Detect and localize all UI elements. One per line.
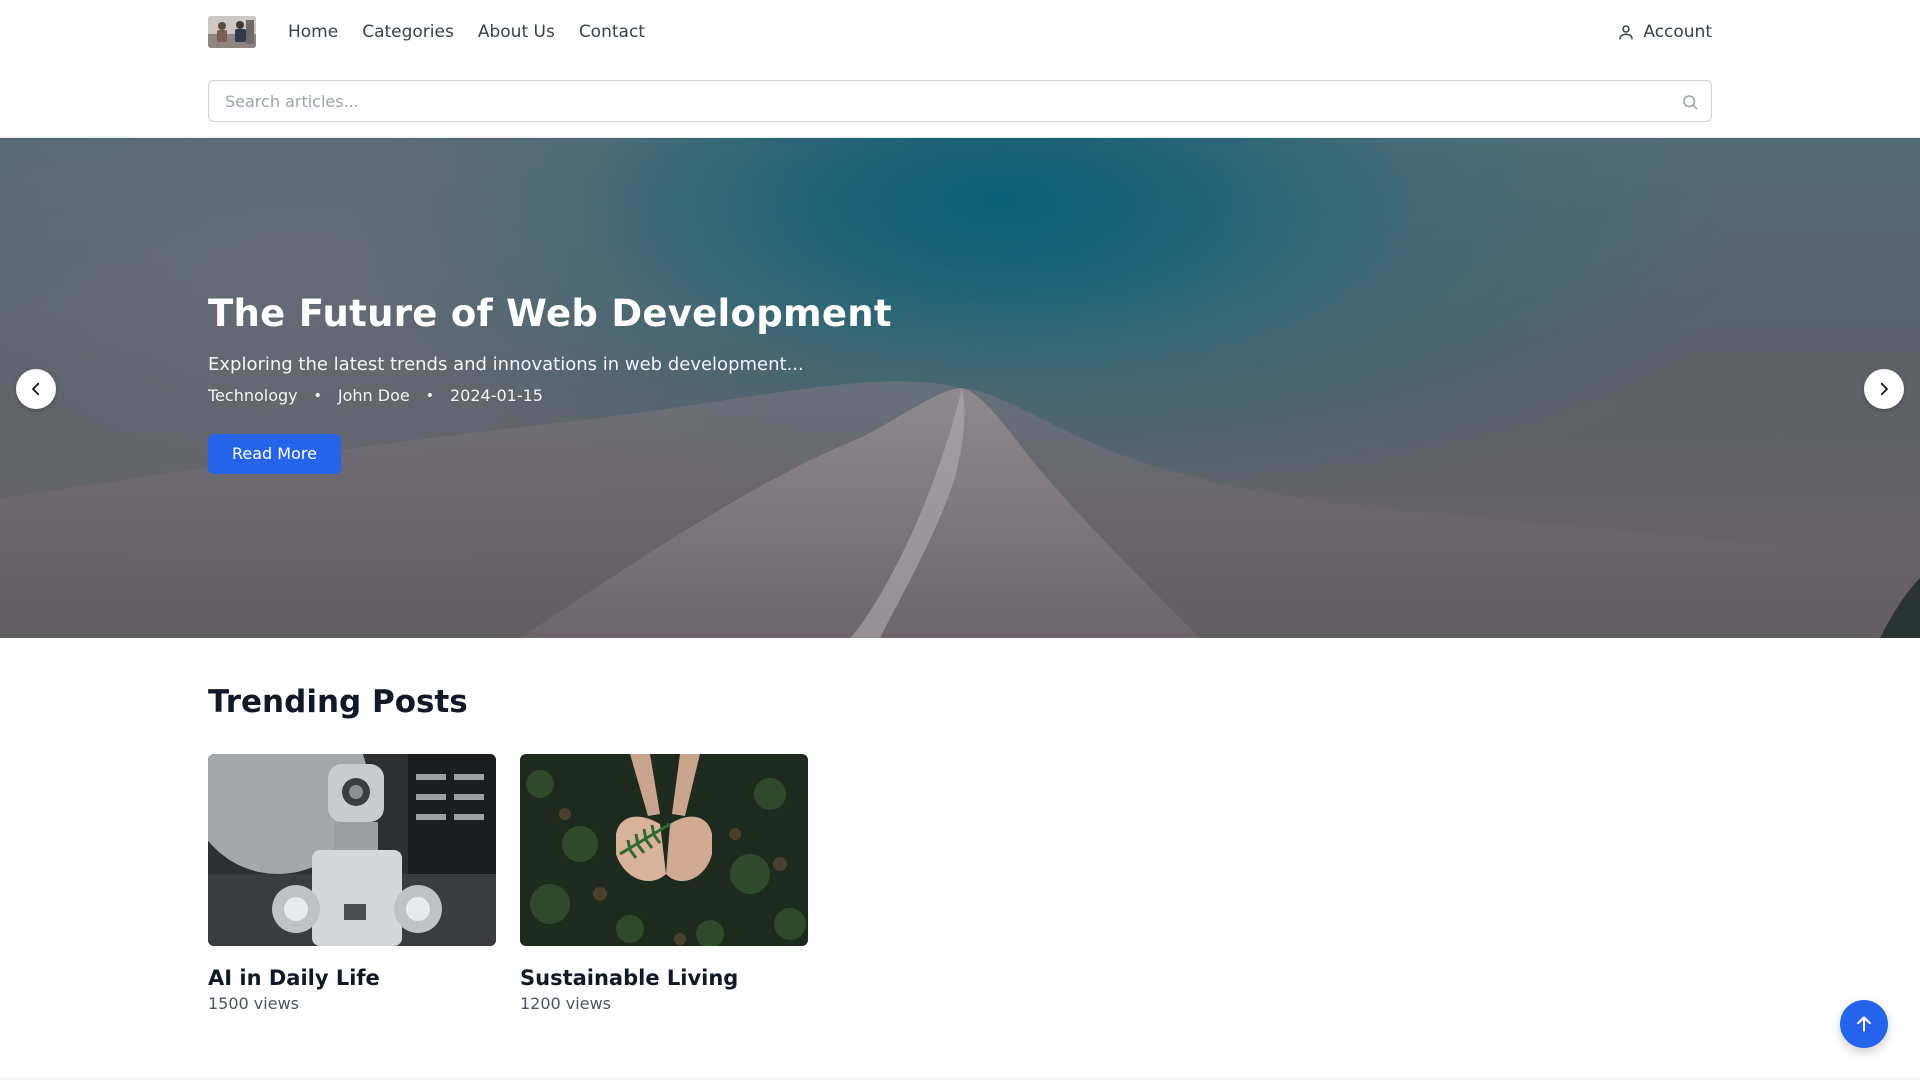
- nav-link-contact[interactable]: Contact: [579, 22, 645, 42]
- robot-image: [208, 754, 496, 946]
- nav-link-about-us[interactable]: About Us: [478, 22, 555, 42]
- trending-posts-list: AI in Daily Life 1500 views Sustainable …: [208, 754, 808, 1016]
- search-icon[interactable]: [1681, 93, 1699, 111]
- search-input[interactable]: [209, 81, 1711, 121]
- nav-link-home[interactable]: Home: [288, 22, 338, 42]
- hero-title: The Future of Web Development: [208, 292, 892, 335]
- hero-content: The Future of Web Development Exploring …: [208, 290, 1408, 474]
- logo-image: [208, 16, 256, 48]
- account-link[interactable]: Account: [1617, 14, 1712, 50]
- site-header: Home Categories About Us Contact Account: [0, 0, 1920, 138]
- logo[interactable]: [208, 16, 256, 48]
- post-title[interactable]: Sustainable Living: [520, 964, 808, 992]
- scroll-to-top-button[interactable]: [1840, 1000, 1888, 1048]
- trending-section: Trending Posts AI in Daily Life 1500 vie…: [208, 680, 1712, 1013]
- post-views: 1500 views: [208, 994, 299, 1013]
- hands-fern-image: [520, 754, 808, 946]
- read-more-button[interactable]: Read More: [208, 434, 341, 474]
- hero-carousel: The Future of Web Development Exploring …: [0, 138, 1920, 638]
- post-card[interactable]: AI in Daily Life 1500 views: [208, 754, 496, 1016]
- search-box: [208, 80, 1712, 122]
- carousel-next-button[interactable]: [1864, 369, 1904, 409]
- hero-subtitle: Exploring the latest trends and innovati…: [208, 354, 804, 375]
- user-icon: [1619, 25, 1634, 40]
- arrow-up-icon: [1857, 1016, 1871, 1032]
- trending-title: Trending Posts: [208, 684, 468, 720]
- header-row: Home Categories About Us Contact Account: [208, 14, 1712, 50]
- post-title[interactable]: AI in Daily Life: [208, 964, 496, 992]
- chevron-right-icon: [1880, 382, 1888, 396]
- account-label: Account: [1643, 22, 1712, 42]
- post-views: 1200 views: [520, 994, 611, 1013]
- hero-author: John Doe: [337, 386, 410, 405]
- post-card[interactable]: Sustainable Living 1200 views: [520, 754, 808, 1016]
- carousel-prev-button[interactable]: [16, 369, 56, 409]
- meta-separator: •: [313, 388, 322, 404]
- hero-date: 2024-01-15: [449, 386, 543, 405]
- hero-category: Technology: [208, 386, 298, 405]
- post-image[interactable]: [520, 754, 808, 946]
- nav-link-categories[interactable]: Categories: [362, 22, 454, 42]
- hero-meta: Technology • John Doe • 2024-01-15: [208, 384, 1408, 408]
- chevron-left-icon: [32, 382, 40, 396]
- main-nav: Home Categories About Us Contact: [288, 14, 645, 50]
- post-image[interactable]: [208, 754, 496, 946]
- meta-separator: •: [425, 388, 434, 404]
